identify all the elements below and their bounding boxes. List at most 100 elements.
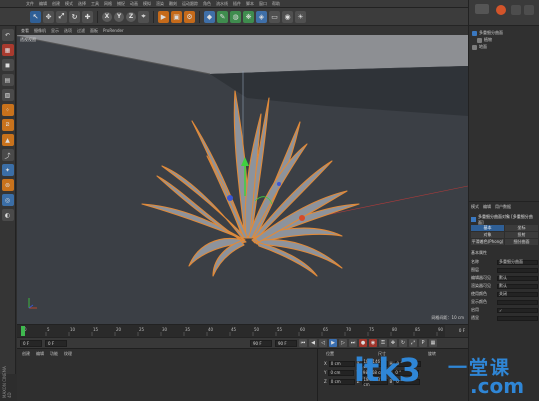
attribute-tab[interactable]: 模式 <box>471 204 479 210</box>
keyframe-selection-icon[interactable]: ⚿ <box>379 339 387 347</box>
prev-key-icon[interactable]: ◀ <box>309 339 317 347</box>
attr-tab-object[interactable]: 对象 <box>471 232 504 238</box>
viewport-menu-item[interactable]: 面板 <box>90 28 98 34</box>
next-frame-icon[interactable]: ▷ <box>339 339 347 347</box>
current-frame-field[interactable]: 0 F <box>45 339 67 347</box>
timeline[interactable]: 0 5 10 15 20 25 30 35 40 45 50 55 60 65 70 75 80 85 90 0 F <box>17 324 468 337</box>
go-to-start-icon[interactable]: ⏮ <box>299 339 307 347</box>
make-editable-icon[interactable]: ▦ <box>1 44 14 56</box>
material-menu-item[interactable]: 创建 <box>22 351 30 357</box>
render-picture-viewer-icon[interactable]: ▣ <box>171 10 182 23</box>
material-menu-item[interactable]: 纹理 <box>64 351 72 357</box>
attr-field-input[interactable] <box>497 267 538 273</box>
menu-item[interactable]: 插件 <box>233 1 241 7</box>
menu-item[interactable]: 窗口 <box>259 1 267 7</box>
attr-field-select[interactable]: 默认 <box>497 283 538 289</box>
viewport-menu-item[interactable]: 摄像机 <box>34 28 46 34</box>
attr-field-color[interactable] <box>497 299 538 305</box>
key-scale-icon[interactable]: ⤢ <box>409 339 417 347</box>
pla-icon[interactable]: ▦ <box>429 339 437 347</box>
attr-field-input[interactable]: 多重细分曲面 <box>497 259 538 265</box>
y-axis-button[interactable]: Y <box>114 11 124 22</box>
attr-field-select[interactable]: 默认 <box>497 275 538 281</box>
viewport-menu-item[interactable]: 查看 <box>21 28 29 34</box>
workplane-lock-icon[interactable]: ◎ <box>1 194 14 206</box>
attr-tab-coord[interactable]: 坐标 <box>505 225 538 231</box>
model-mode-icon[interactable]: ◼ <box>1 59 14 71</box>
undo-icon[interactable]: ↶ <box>1 29 14 41</box>
menu-item[interactable]: 编辑 <box>39 1 47 7</box>
attribute-tab[interactable]: 用户数据 <box>495 204 511 210</box>
timeline-ruler[interactable]: 0 5 10 15 20 25 30 35 40 45 50 55 60 65 70 75 80 85 90 <box>17 325 445 337</box>
points-mode-icon[interactable]: ⁘ <box>1 104 14 116</box>
menu-item[interactable]: 角色 <box>203 1 211 7</box>
object-item[interactable]: 多重细分曲面 <box>472 30 503 36</box>
material-menu-item[interactable]: 功能 <box>50 351 58 357</box>
menu-item[interactable]: 模拟 <box>143 1 151 7</box>
z-axis-button[interactable]: Z <box>126 11 136 22</box>
x-axis-button[interactable]: X <box>102 11 112 22</box>
end-frame-field[interactable]: 90 F <box>250 339 272 347</box>
cube-icon[interactable]: ◆ <box>204 10 215 23</box>
prev-frame-icon[interactable]: ◁ <box>319 339 327 347</box>
add-icon[interactable]: ✚ <box>82 10 93 23</box>
attr-tab-basic[interactable]: 基本 <box>471 225 504 231</box>
menu-item[interactable]: 脚本 <box>246 1 254 7</box>
autokey-icon[interactable]: ◉ <box>369 339 377 347</box>
attr-tab-phong[interactable]: 平滑着色(Phong) <box>471 239 504 245</box>
play-icon[interactable]: ▶ <box>329 339 337 347</box>
menu-item[interactable]: 选择 <box>78 1 86 7</box>
material-menu-item[interactable]: 编辑 <box>36 351 44 357</box>
menu-item[interactable]: 动画 <box>130 1 138 7</box>
attr-tab-projection[interactable]: 投射 <box>505 232 538 238</box>
enable-axis-icon[interactable]: ⤴ <box>1 149 14 161</box>
array-icon[interactable]: ❋ <box>243 10 254 23</box>
menu-item[interactable]: 运动跟踪 <box>182 1 198 7</box>
key-param-icon[interactable]: P <box>419 339 427 347</box>
object-item[interactable]: 地面 <box>472 44 487 50</box>
edges-mode-icon[interactable]: ⧄ <box>1 119 14 131</box>
record-icon[interactable]: ● <box>359 339 367 347</box>
max-frame-field[interactable]: 90 F <box>275 339 297 347</box>
viewport-menu-item[interactable]: 过滤 <box>77 28 85 34</box>
solo-icon[interactable]: ◐ <box>1 209 14 221</box>
camera-icon[interactable]: ◉ <box>282 10 293 23</box>
render-view-icon[interactable]: ▶ <box>158 10 169 23</box>
workplane-icon[interactable]: ▧ <box>1 89 14 101</box>
attr-field-select[interactable]: 关闭 <box>497 291 538 297</box>
menu-item[interactable]: 帮助 <box>272 1 280 7</box>
coordinate-system-icon[interactable]: ⌖ <box>138 10 149 23</box>
floor-icon[interactable]: ▭ <box>269 10 280 23</box>
snap-icon[interactable]: ⊚ <box>1 179 14 191</box>
rotate-icon[interactable]: ↻ <box>69 10 80 23</box>
perspective-viewport[interactable]: 查看 摄像机 显示 选项 过滤 面板 ProRender 透视视图 网格间距：1… <box>17 26 468 324</box>
scale-icon[interactable]: ⤢ <box>56 10 67 23</box>
menu-item[interactable]: 模式 <box>65 1 73 7</box>
polygons-mode-icon[interactable]: ▲ <box>1 134 14 146</box>
pen-icon[interactable]: ✎ <box>217 10 228 23</box>
move-icon[interactable]: ✥ <box>43 10 54 23</box>
menu-item[interactable]: 网格 <box>104 1 112 7</box>
menu-item[interactable]: 文件 <box>26 1 34 7</box>
attribute-tab[interactable]: 编辑 <box>483 204 491 210</box>
viewport-menu-item[interactable]: 显示 <box>51 28 59 34</box>
viewport-menu-item[interactable]: 选项 <box>64 28 72 34</box>
go-to-end-icon[interactable]: ⏭ <box>349 339 357 347</box>
timeline-playhead[interactable] <box>21 326 25 336</box>
light-icon[interactable]: ☀ <box>295 10 306 23</box>
start-frame-field[interactable]: 0 F <box>20 339 42 347</box>
deformer-icon[interactable]: ◈ <box>256 10 267 23</box>
subdivision-icon[interactable]: ◍ <box>230 10 241 23</box>
key-rotation-icon[interactable]: ↻ <box>399 339 407 347</box>
menu-item[interactable]: 创建 <box>52 1 60 7</box>
attr-field-checkbox[interactable]: ✓ <box>497 307 538 313</box>
tweak-icon[interactable]: ✦ <box>1 164 14 176</box>
viewport-menu-item[interactable]: ProRender <box>103 28 124 33</box>
attr-field-checkbox[interactable] <box>497 315 538 321</box>
attr-tab-subdivision[interactable]: 细分曲面 <box>505 239 538 245</box>
render-settings-icon[interactable]: ⚙ <box>184 10 195 23</box>
menu-item[interactable]: 渲染 <box>156 1 164 7</box>
menu-item[interactable]: 工具 <box>91 1 99 7</box>
object-item[interactable]: 植物 <box>477 37 492 43</box>
menu-item[interactable]: 流水线 <box>216 1 228 7</box>
